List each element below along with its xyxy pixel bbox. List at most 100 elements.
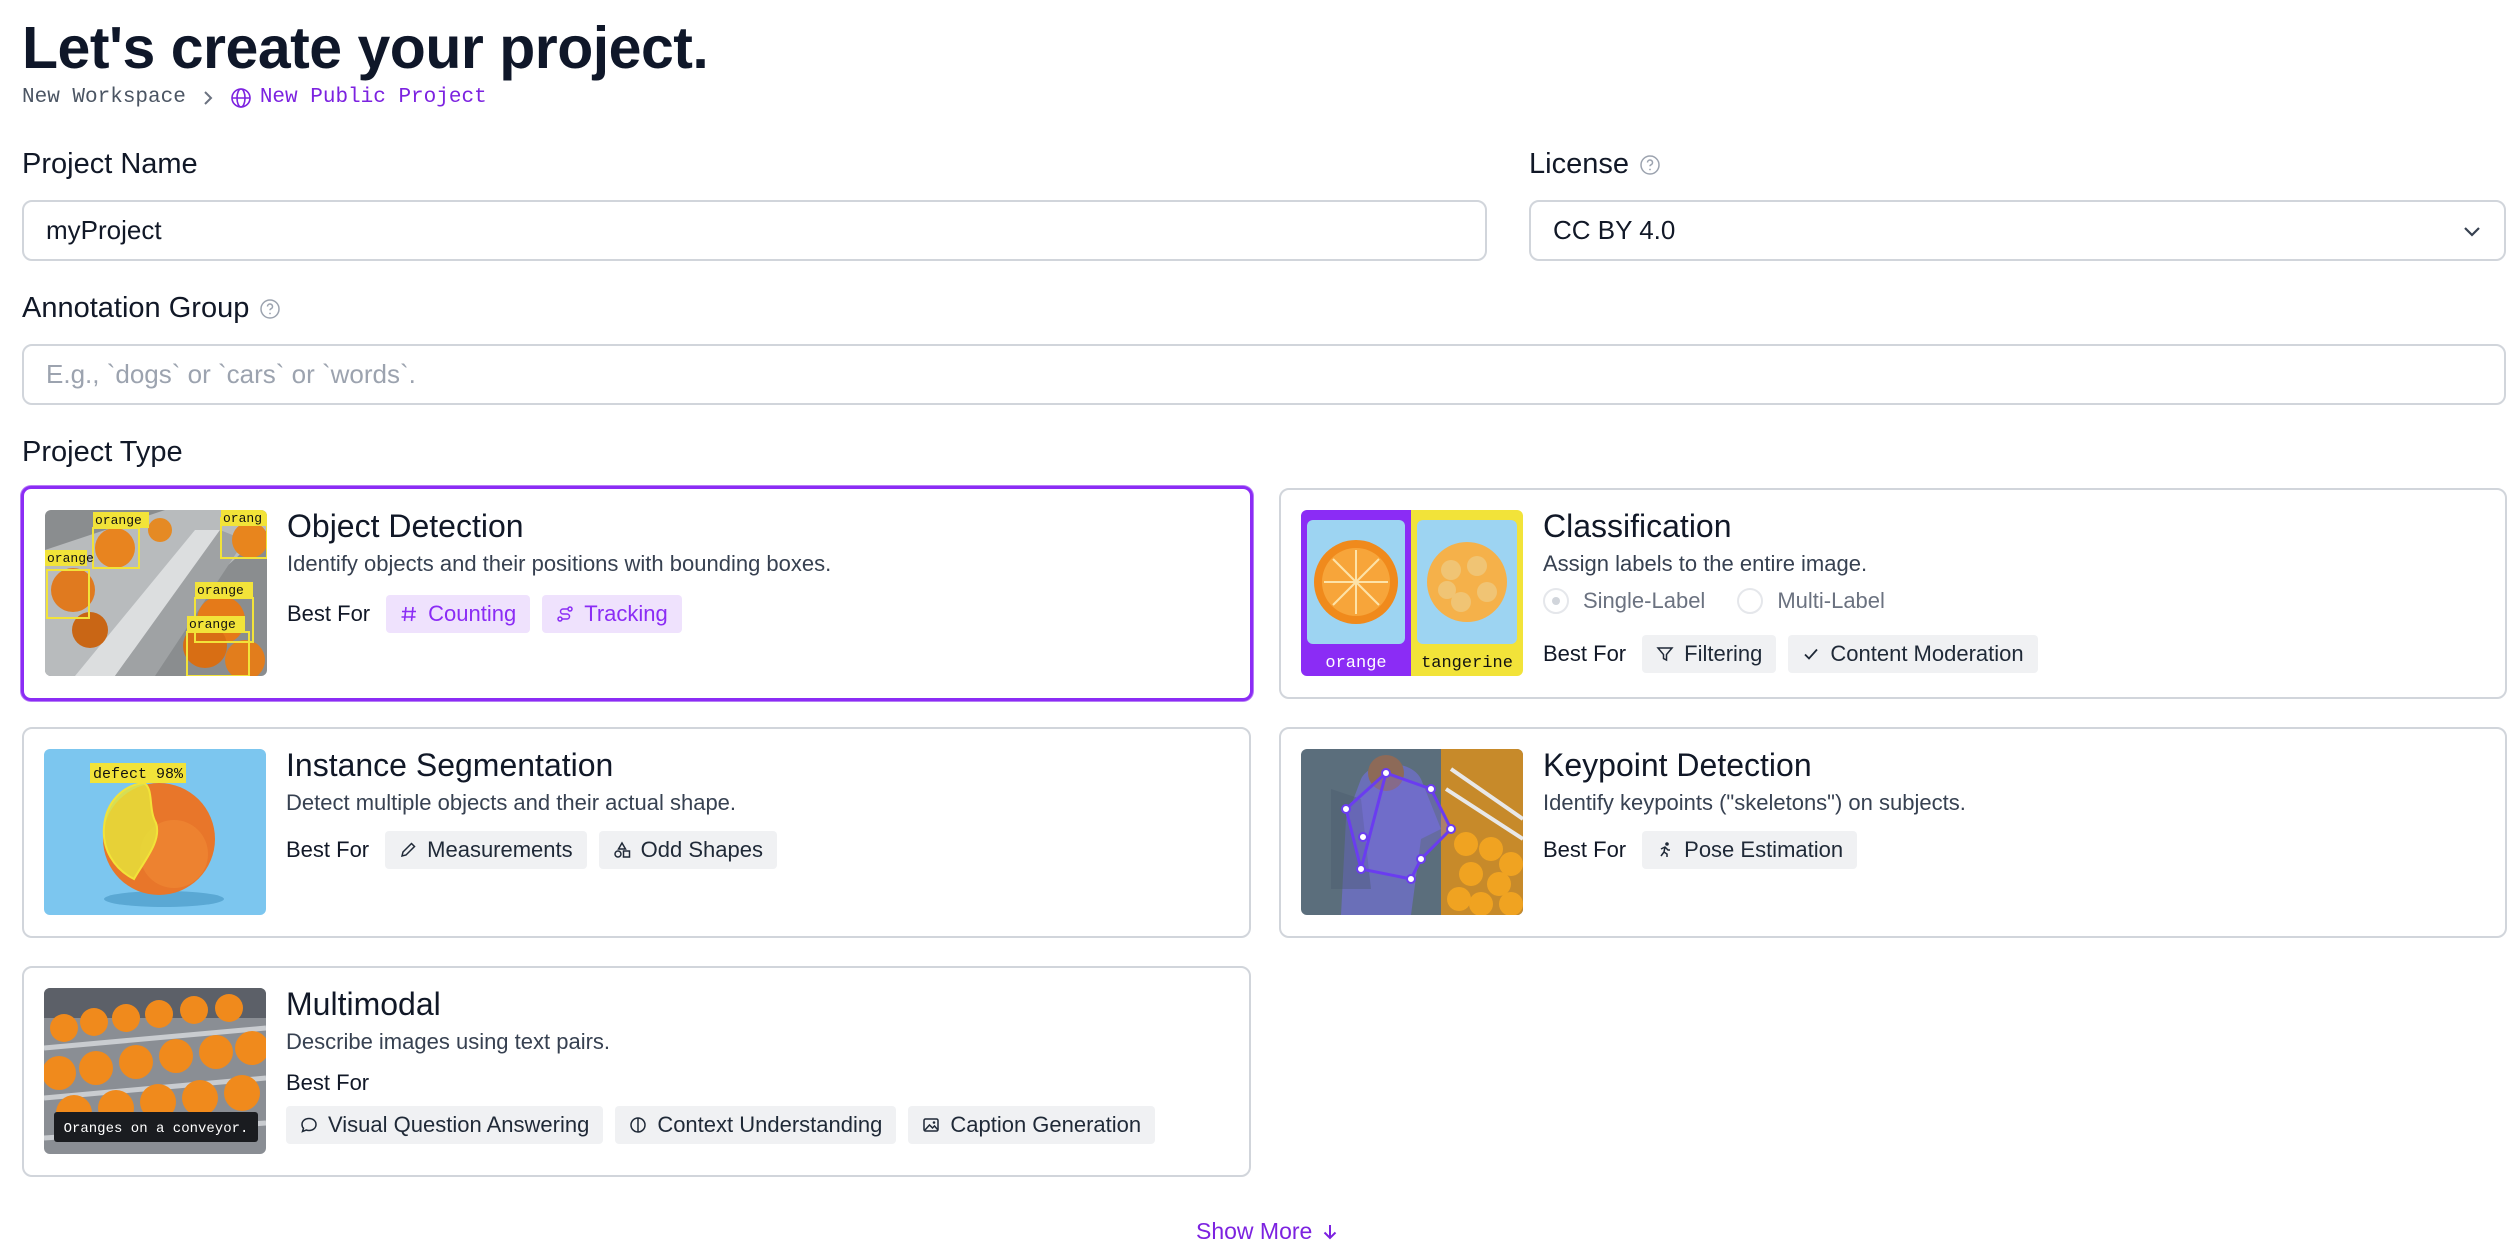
project-name-label: Project Name	[22, 148, 198, 181]
tag-odd-shapes: Odd Shapes	[598, 831, 777, 869]
tag-label: Visual Question Answering	[328, 1112, 590, 1137]
show-more-button[interactable]: Show More	[1196, 1218, 1340, 1245]
tag-label: Odd Shapes	[640, 837, 763, 862]
card-title: Object Detection	[287, 508, 524, 544]
create-project-page: Let's create your project. New Workspace…	[0, 0, 2520, 1260]
running-person-icon	[1660, 842, 1671, 857]
radio-single-label[interactable]	[1543, 588, 1569, 614]
thumb-label: orange	[189, 617, 236, 632]
best-for-label: Best For	[1543, 837, 1627, 862]
project-type-label: Project Type	[22, 436, 183, 469]
radio-multi-label-text: Multi-Label	[1777, 588, 1885, 613]
thumb-label: orange	[47, 551, 94, 566]
annotation-group-label: Annotation Group	[22, 292, 281, 325]
tag-label: Counting	[428, 601, 517, 626]
filter-icon	[1656, 647, 1674, 662]
card-description: Assign labels to the entire image.	[1543, 551, 1868, 576]
show-more-label: Show More	[1196, 1218, 1313, 1244]
tag-content-moderation: Content Moderation	[1788, 635, 2038, 673]
best-for-label: Best For	[286, 837, 370, 862]
tag-counting: Counting	[386, 595, 531, 633]
breadcrumb-workspace[interactable]: New Workspace	[22, 86, 186, 109]
thumb-label: defect 98%	[93, 766, 184, 783]
project-name-value: myProject	[46, 215, 162, 245]
check-icon	[1804, 648, 1819, 660]
object-detection-thumbnail: orange orange orang orange orange	[45, 510, 267, 676]
contrast-icon	[630, 1117, 647, 1133]
tag-label: Tracking	[584, 601, 668, 626]
tag-tracking: Tracking	[542, 595, 682, 633]
instance-segmentation-thumbnail: defect 98%	[44, 749, 266, 915]
multimodal-thumbnail: Oranges on a conveyor.	[44, 988, 266, 1154]
best-for-row: Best For Filtering Content Moderation	[1543, 635, 2038, 673]
keypoint-detection-thumbnail	[1301, 749, 1523, 915]
page-title: Let's create your project.	[22, 15, 709, 81]
pencil-icon	[401, 842, 416, 858]
route-icon	[557, 606, 573, 622]
tag-measurements: Measurements	[385, 831, 587, 869]
chat-bubble-icon	[301, 1117, 317, 1133]
project-type-object-detection[interactable]: orange orange orang orange orange Object…	[21, 486, 1253, 701]
radio-multi-label[interactable]	[1737, 588, 1764, 614]
globe-icon	[231, 87, 251, 108]
chevron-right-icon	[198, 88, 218, 108]
thumb-label: orange	[95, 513, 142, 528]
annotation-group-placeholder: E.g., `dogs` or `cars` or `words`.	[46, 359, 416, 389]
best-for-label: Best For	[1543, 641, 1627, 666]
card-title: Multimodal	[286, 986, 441, 1022]
best-for-row: Best For Pose Estimation	[1543, 831, 1858, 869]
card-title: Keypoint Detection	[1543, 747, 1812, 783]
project-type-classification[interactable]: orange tangerine Classification Assign l…	[1279, 488, 2507, 699]
tag-label: Pose Estimation	[1684, 837, 1844, 862]
project-type-keypoint-detection[interactable]: Keypoint Detection Identify keypoints ("…	[1279, 727, 2507, 938]
project-type-label-text: Project Type	[22, 436, 183, 468]
license-label-text: License	[1529, 148, 1629, 180]
license-value: CC BY 4.0	[1553, 215, 1676, 245]
hash-icon	[401, 606, 417, 622]
best-for-label: Best For	[287, 601, 371, 626]
thumb-label: tangerine	[1421, 654, 1513, 673]
card-title: Classification	[1543, 508, 1732, 544]
license-label: License	[1529, 148, 1661, 181]
project-type-instance-segmentation[interactable]: defect 98% Instance Segmentation Detect …	[22, 727, 1251, 938]
arrow-down-icon	[1324, 1224, 1337, 1239]
breadcrumb: New Workspace New Public Project	[22, 86, 487, 109]
annotation-group-label-text: Annotation Group	[22, 292, 250, 324]
tag-label: Content Moderation	[1830, 641, 2024, 666]
card-description: Describe images using text pairs.	[286, 1029, 611, 1054]
thumb-label: orang	[223, 511, 262, 526]
breadcrumb-current-label: New Public Project	[259, 86, 487, 109]
project-name-label-text: Project Name	[22, 148, 198, 180]
best-for-row: Best For	[286, 1070, 373, 1096]
project-name-input[interactable]: myProject	[22, 200, 1487, 261]
tag-label: Measurements	[427, 837, 573, 862]
radio-single-label-text: Single-Label	[1583, 588, 1706, 613]
thumb-caption: Oranges on a conveyor.	[64, 1121, 249, 1137]
thumb-label: orange	[197, 583, 244, 598]
classification-radio-group: Single-Label Multi-Label	[1543, 588, 1885, 614]
tag-label: Filtering	[1684, 641, 1763, 666]
best-for-label: Best For	[286, 1070, 370, 1095]
shapes-icon	[613, 841, 630, 858]
tag-pose-estimation: Pose Estimation	[1642, 831, 1858, 869]
classification-thumbnail: orange tangerine	[1301, 510, 1523, 676]
tag-visual-question-answering: Visual Question Answering	[286, 1106, 604, 1144]
tag-context-understanding: Context Understanding	[615, 1106, 897, 1144]
help-icon[interactable]	[259, 298, 281, 320]
tag-label: Caption Generation	[950, 1112, 1142, 1137]
help-icon[interactable]	[1639, 154, 1661, 176]
chevron-down-icon	[2464, 227, 2480, 237]
best-for-tags: Visual Question Answering Context Unders…	[286, 1106, 1156, 1144]
project-type-multimodal[interactable]: Oranges on a conveyor. Multimodal Descri…	[22, 966, 1251, 1177]
tag-filtering: Filtering	[1642, 635, 1777, 673]
best-for-row: Best For Counting Tracking	[287, 595, 682, 633]
tag-caption-generation: Caption Generation	[908, 1106, 1156, 1144]
image-icon	[923, 1118, 940, 1132]
annotation-group-input[interactable]: E.g., `dogs` or `cars` or `words`.	[22, 344, 2506, 405]
card-description: Identify keypoints ("skeletons") on subj…	[1543, 790, 1966, 815]
card-description: Identify objects and their positions wit…	[287, 551, 832, 576]
thumb-label: orange	[1325, 654, 1386, 673]
license-select[interactable]: CC BY 4.0	[1529, 200, 2506, 261]
breadcrumb-current[interactable]: New Public Project	[230, 86, 487, 109]
card-description: Detect multiple objects and their actual…	[286, 790, 737, 815]
